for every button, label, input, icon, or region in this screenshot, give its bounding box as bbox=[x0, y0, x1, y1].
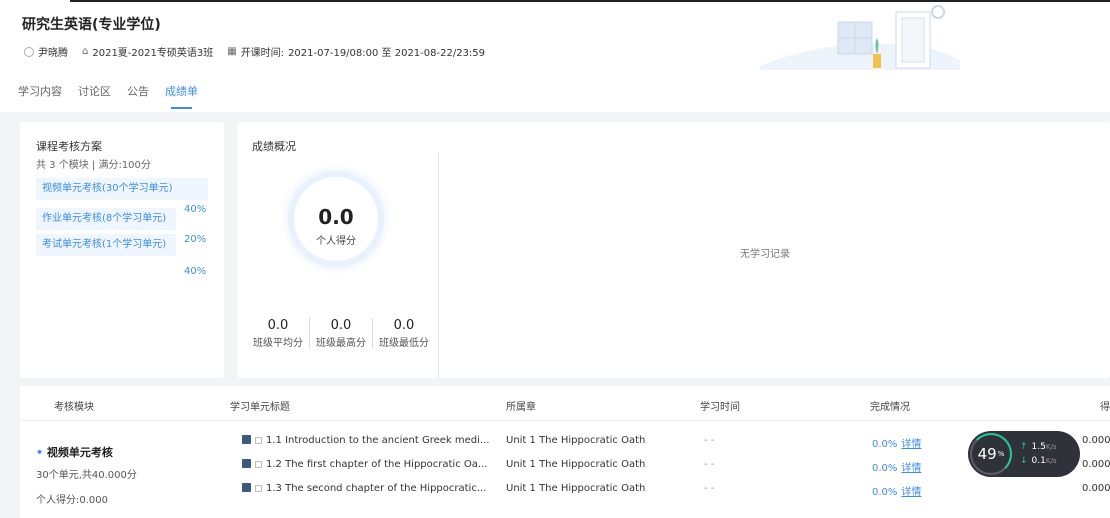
download-value: 0.1 bbox=[1031, 456, 1046, 466]
lock-icon bbox=[255, 461, 262, 468]
home-icon: ⌂ bbox=[82, 46, 89, 57]
status-cell: 0.0% 详情 bbox=[872, 459, 921, 474]
course-tabs: 学习内容 讨论区 公告 成绩单 bbox=[18, 83, 214, 109]
stat-value: 0.0 bbox=[330, 318, 352, 333]
teacher-item: 尹晓腾 bbox=[24, 44, 68, 59]
col-header-score: 得 bbox=[1100, 402, 1110, 413]
detail-link[interactable]: 详情 bbox=[901, 439, 921, 450]
memory-percent-gauge: 49% bbox=[970, 433, 1012, 475]
no-record-message: 无学习记录 bbox=[740, 249, 790, 260]
completion-percent: 0.0% bbox=[872, 463, 898, 474]
status-cell: 0.0% 详情 bbox=[872, 435, 921, 450]
stat-label: 班级最高分 bbox=[316, 338, 366, 349]
class-item: ⌂ 2021夏-2021专硕英语3班 bbox=[82, 44, 213, 59]
plan-item-exam[interactable]: 考试单元考核(1个学习单元) bbox=[36, 234, 176, 256]
tab-discussion[interactable]: 讨论区 bbox=[78, 83, 111, 107]
score-cell: 0.000/1 bbox=[1082, 483, 1110, 494]
unit-title: 1.2 The first chapter of the Hippocratic… bbox=[266, 459, 488, 470]
col-header-time: 学习时间 bbox=[700, 402, 740, 413]
download-unit: K/s bbox=[1045, 457, 1057, 465]
col-header-module: 考核模块 bbox=[54, 402, 94, 413]
stat-value: 0.0 bbox=[393, 318, 415, 333]
personal-score-ring: 0.0 个人得分 bbox=[288, 171, 384, 267]
score-cell: 0.000/1 bbox=[1082, 435, 1110, 446]
plan-pct-homework: 20% bbox=[184, 234, 207, 245]
upload-value: 1.5 bbox=[1031, 442, 1046, 452]
stat-label: 班级最低分 bbox=[379, 338, 429, 349]
network-speed-widget[interactable]: 49% ↑ 1.5K/s ↓ 0.1K/s bbox=[968, 431, 1080, 477]
detail-link[interactable]: 详情 bbox=[901, 487, 921, 498]
arrow-down-icon: ↓ bbox=[1020, 456, 1028, 466]
status-cell: 0.0% 详情 bbox=[872, 483, 921, 498]
chapter-cell: Unit 1 The Hippocratic Oath bbox=[506, 435, 646, 446]
date-label: 开课时间: bbox=[240, 48, 285, 59]
score-table: 考核模块 学习单元标题 所属章 学习时间 完成情况 得 • 视频单元考核 30个… bbox=[20, 386, 1110, 518]
time-cell: - - bbox=[704, 435, 715, 446]
teacher-name: 尹晓腾 bbox=[38, 48, 68, 59]
header-divider bbox=[20, 420, 1110, 421]
plan-title: 课程考核方案 bbox=[36, 140, 102, 153]
completion-percent: 0.0% bbox=[872, 487, 898, 498]
col-header-title: 学习单元标题 bbox=[230, 402, 290, 413]
time-cell: - - bbox=[704, 459, 715, 470]
lock-icon bbox=[255, 437, 262, 444]
class-name: 2021夏-2021专硕英语3班 bbox=[92, 48, 214, 59]
detail-link[interactable]: 详情 bbox=[901, 463, 921, 474]
stat-class-highest: 0.0 班级最高分 bbox=[310, 318, 373, 349]
upload-unit: K/s bbox=[1045, 443, 1057, 451]
unit-title-cell[interactable]: 1.1 Introduction to the ancient Greek me… bbox=[242, 435, 489, 446]
course-title: 研究生英语(专业学位) bbox=[22, 17, 161, 33]
plan-pct-video: 40% bbox=[184, 204, 207, 215]
teacher-avatar-icon bbox=[24, 46, 34, 57]
stat-value: 0.0 bbox=[267, 318, 289, 333]
plan-item-video[interactable]: 视频单元考核(30个学习单元) bbox=[36, 178, 208, 200]
gauge-percent-unit: % bbox=[997, 450, 1005, 458]
plan-item-homework[interactable]: 作业单元考核(8个学习单元) bbox=[36, 208, 176, 230]
date-item: ▦ 开课时间: 2021-07-19/08:00 至 2021-08-22/23… bbox=[227, 44, 485, 59]
stat-class-lowest: 0.0 班级最低分 bbox=[373, 318, 435, 349]
video-icon bbox=[242, 435, 251, 444]
personal-score-label: 个人得分 bbox=[316, 236, 356, 247]
tab-learning-content[interactable]: 学习内容 bbox=[18, 83, 62, 107]
lock-icon bbox=[255, 485, 262, 492]
stat-class-average: 0.0 班级平均分 bbox=[253, 318, 310, 349]
time-cell: - - bbox=[704, 483, 715, 494]
gauge-percent: 49 bbox=[977, 445, 997, 463]
personal-score-value: 0.0 bbox=[318, 205, 354, 229]
chapter-cell: Unit 1 The Hippocratic Oath bbox=[506, 483, 646, 494]
stat-label: 班级平均分 bbox=[253, 338, 303, 349]
tab-announcements[interactable]: 公告 bbox=[127, 83, 149, 107]
completion-percent: 0.0% bbox=[872, 439, 898, 450]
unit-title: 1.3 The second chapter of the Hippocrati… bbox=[266, 483, 487, 494]
col-header-chapter: 所属章 bbox=[506, 402, 536, 413]
score-cell: 0.000/1 bbox=[1082, 459, 1110, 470]
col-header-status: 完成情况 bbox=[870, 402, 910, 413]
plan-subtitle: 共 3 个模块 | 满分:100分 bbox=[36, 160, 151, 171]
overview-title: 成绩概况 bbox=[252, 140, 296, 153]
classroom-illustration bbox=[760, 5, 960, 70]
video-icon bbox=[242, 483, 251, 492]
course-header: 研究生英语(专业学位) 尹晓腾 ⌂ 2021夏-2021专硕英语3班 ▦ 开课时… bbox=[0, 0, 1110, 112]
speed-readout: ↑ 1.5K/s ↓ 0.1K/s bbox=[1020, 440, 1056, 468]
score-overview-card: 成绩概况 0.0 个人得分 0.0 班级平均分 0.0 班级最高分 0.0 班级… bbox=[237, 122, 1110, 378]
table-row: 1.1 Introduction to the ancient Greek me… bbox=[20, 432, 1110, 452]
tab-transcript[interactable]: 成绩单 bbox=[165, 83, 198, 109]
class-stats: 0.0 班级平均分 0.0 班级最高分 0.0 班级最低分 bbox=[253, 318, 435, 349]
assessment-plan-card: 课程考核方案 共 3 个模块 | 满分:100分 视频单元考核(30个学习单元)… bbox=[20, 122, 224, 378]
unit-title-cell[interactable]: 1.3 The second chapter of the Hippocrati… bbox=[242, 483, 486, 494]
unit-title: 1.1 Introduction to the ancient Greek me… bbox=[266, 435, 490, 446]
unit-title-cell[interactable]: 1.2 The first chapter of the Hippocratic… bbox=[242, 459, 487, 470]
plan-pct-exam: 40% bbox=[184, 266, 207, 277]
upload-speed: ↑ 1.5K/s bbox=[1020, 440, 1056, 454]
calendar-icon: ▦ bbox=[227, 46, 237, 57]
date-range: 2021-07-19/08:00 至 2021-08-22/23:59 bbox=[288, 48, 486, 59]
table-row: 1.2 The first chapter of the Hippocratic… bbox=[20, 456, 1110, 476]
chapter-cell: Unit 1 The Hippocratic Oath bbox=[506, 459, 646, 470]
download-speed: ↓ 0.1K/s bbox=[1020, 454, 1056, 468]
arrow-up-icon: ↑ bbox=[1020, 442, 1028, 452]
overview-divider bbox=[438, 152, 439, 378]
video-icon bbox=[242, 459, 251, 468]
table-row: 1.3 The second chapter of the Hippocrati… bbox=[20, 480, 1110, 500]
course-meta: 尹晓腾 ⌂ 2021夏-2021专硕英语3班 ▦ 开课时间: 2021-07-1… bbox=[24, 44, 499, 59]
